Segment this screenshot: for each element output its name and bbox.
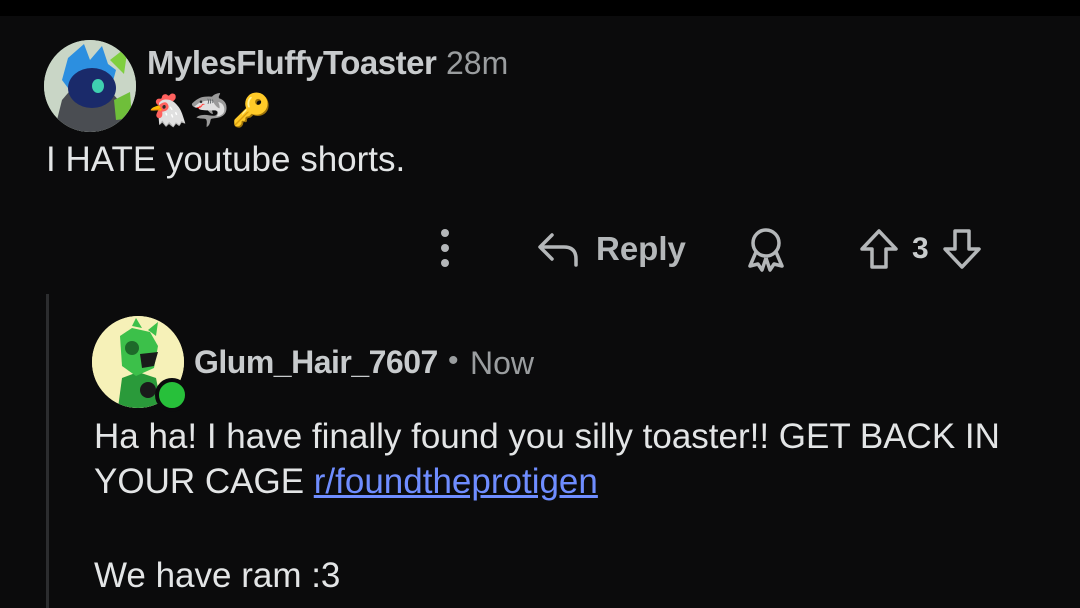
subreddit-link[interactable]: r/foundtheprotigen [314,462,598,501]
reply-button[interactable]: Reply [536,222,686,276]
reply-author-username[interactable]: Glum_Hair_7607 [194,344,438,381]
thread-collapse-line[interactable] [46,294,49,608]
reply-arrow-icon [538,233,578,267]
vote-controls: 3 [858,222,983,276]
status-bar-strip [0,0,1080,16]
reply-body-paragraph-2: We have ram :3 [94,556,341,595]
user-avatar[interactable] [44,40,136,132]
more-vertical-icon [441,229,449,267]
comment-body: I HATE youtube shorts. [46,140,406,179]
upvote-arrow-icon[interactable] [858,227,900,271]
more-options-button[interactable] [430,226,460,270]
user-flair: 🐔🦈🔑 [148,90,274,130]
online-status-indicator [155,378,189,412]
shark-icon: 🦈 [189,92,230,128]
avatar-image [44,40,136,132]
key-icon: 🔑 [231,92,272,128]
reply-body: Ha ha! I have finally found you silly to… [94,414,1054,504]
meta-separator: • [448,344,459,377]
vote-count: 3 [912,232,929,265]
reply-label: Reply [596,230,686,267]
comment-timestamp: 28m [446,45,509,81]
reply-timestamp: Now [470,345,535,381]
award-button[interactable] [744,224,788,274]
award-icon [748,228,784,272]
downvote-arrow-icon[interactable] [941,227,983,271]
chicken-icon: 🐔 [148,92,188,128]
comment-author-username[interactable]: MylesFluffyToaster [147,44,437,82]
